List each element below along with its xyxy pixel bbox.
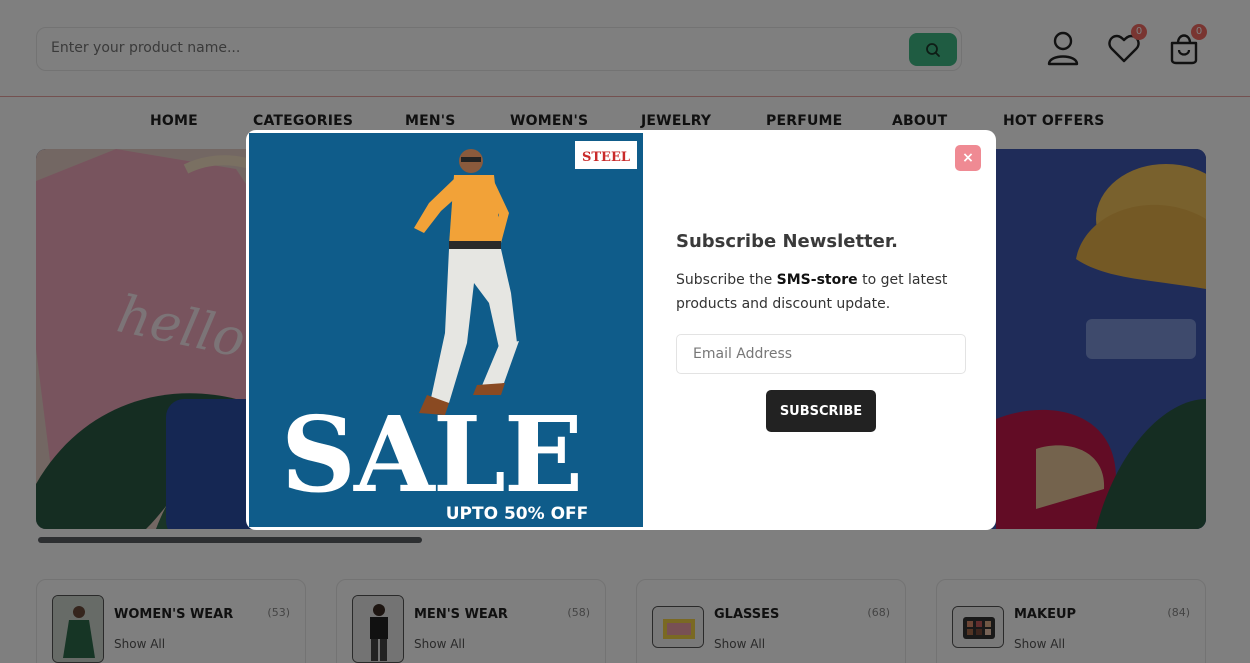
close-icon: × <box>962 150 974 166</box>
store-name: SMS-store <box>776 272 858 288</box>
newsletter-modal: STEEL SALE UPTO 50% OFF × Subscribe News… <box>246 130 996 530</box>
sale-promo-image: STEEL SALE UPTO 50% OFF <box>249 133 643 527</box>
subscribe-button[interactable]: SUBSCRIBE <box>766 390 876 432</box>
newsletter-title: Subscribe Newsletter. <box>676 231 899 252</box>
close-button[interactable]: × <box>955 145 981 171</box>
newsletter-description: Subscribe the SMS-store to get latest pr… <box>676 272 948 312</box>
email-field[interactable] <box>676 334 966 374</box>
sale-text: SALE <box>281 393 581 516</box>
brand-logo-text: STEEL <box>582 150 630 165</box>
offer-text: UPTO 50% OFF <box>446 504 589 524</box>
